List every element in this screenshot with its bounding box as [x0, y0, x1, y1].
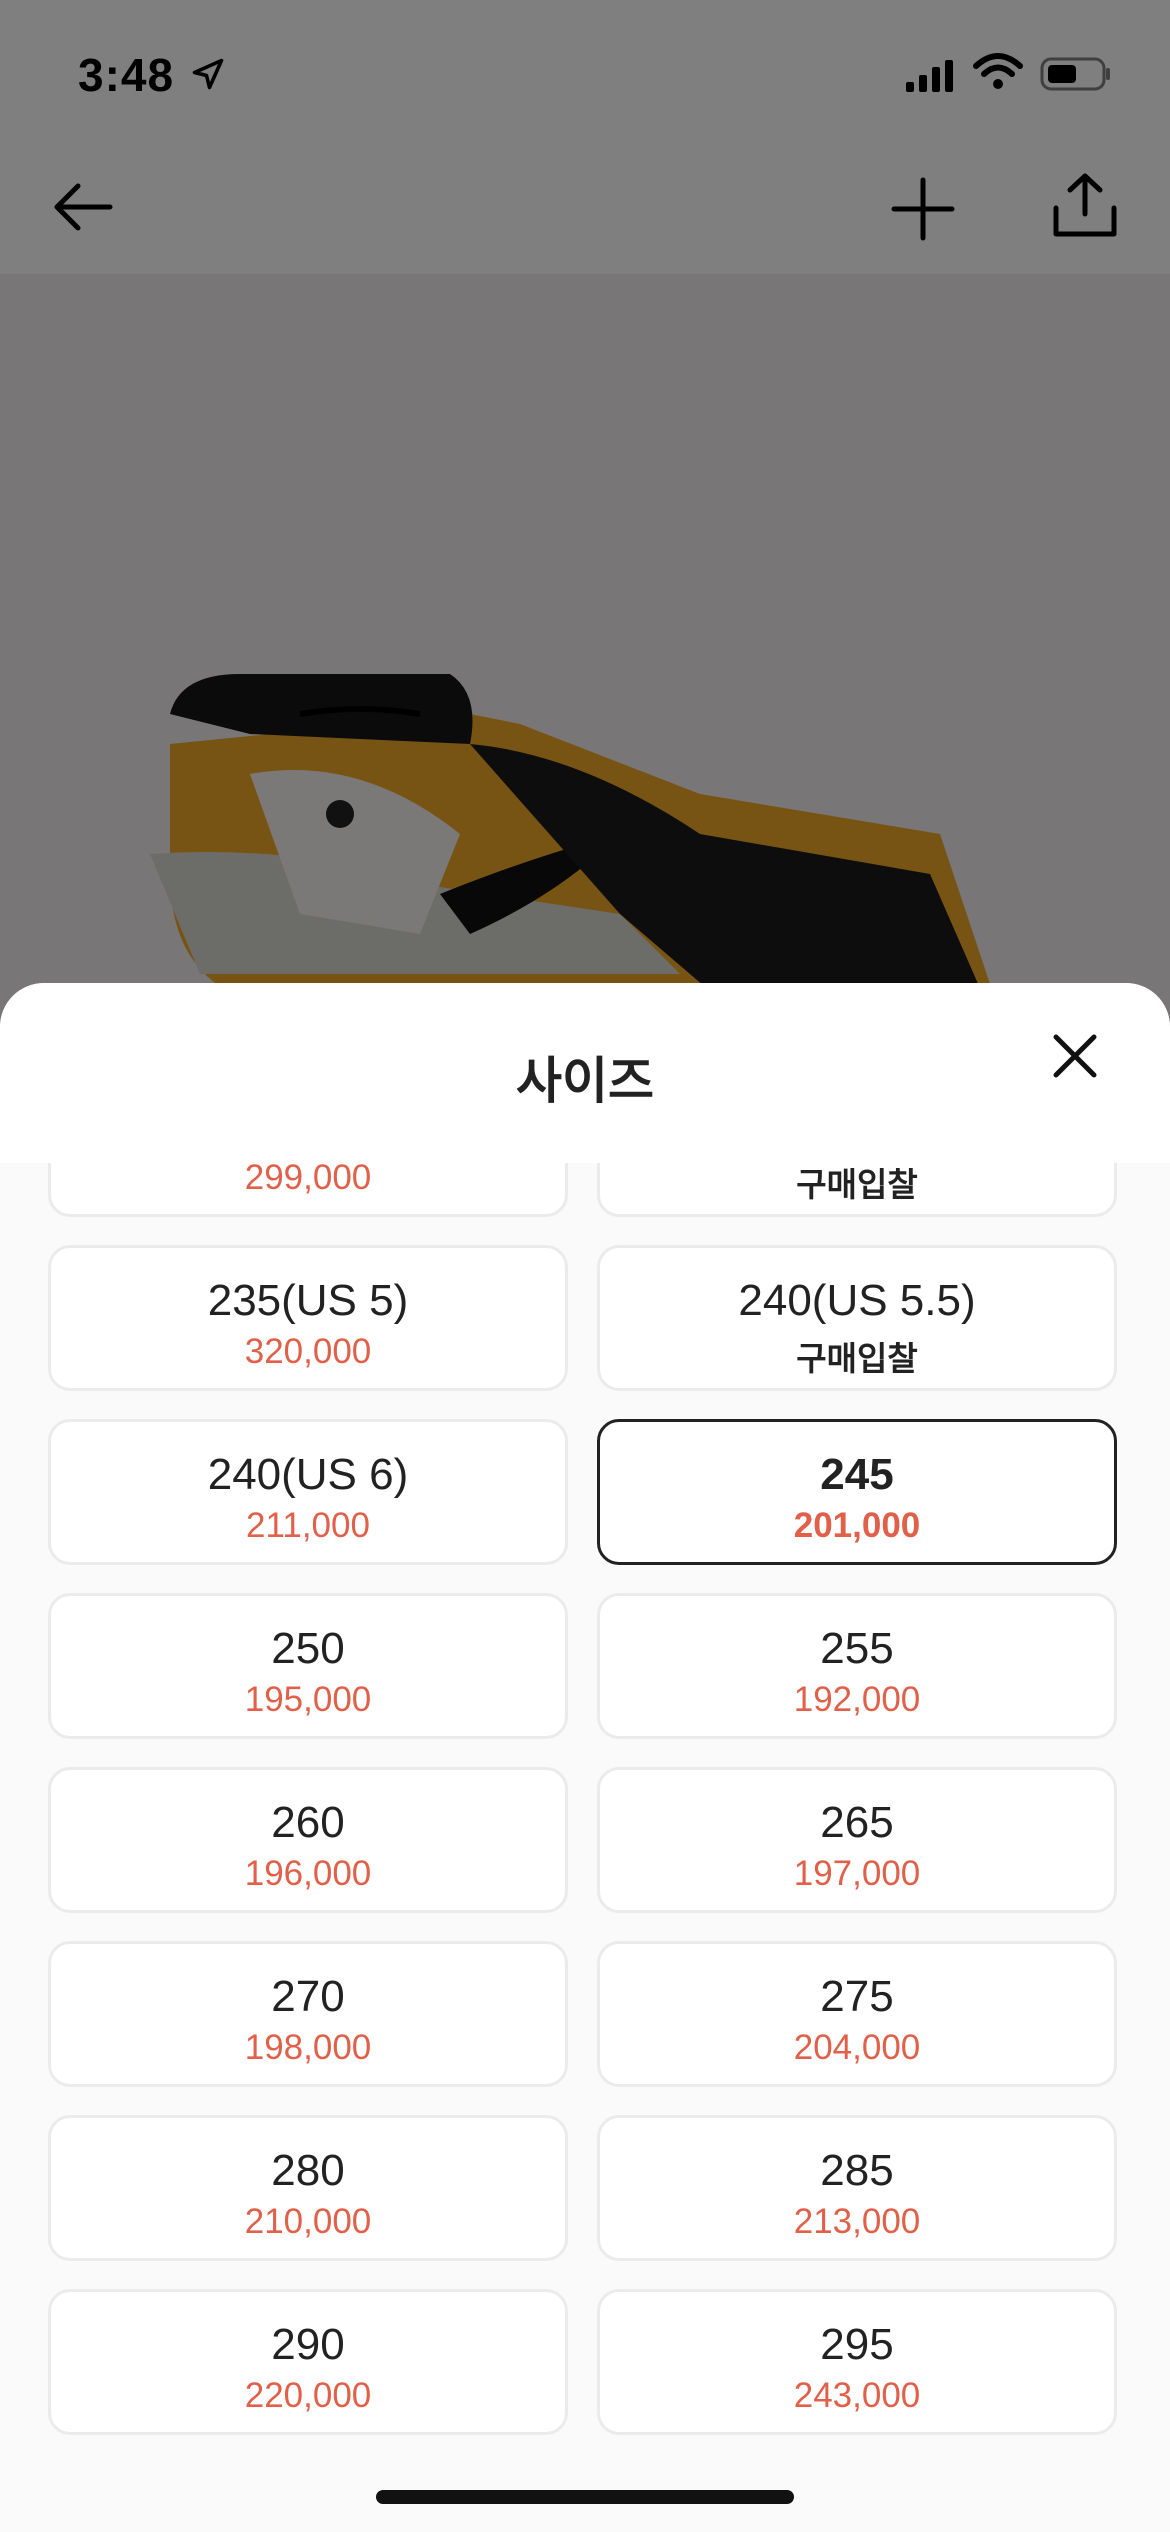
- size-option-price: 220,000: [244, 2376, 372, 2415]
- sheet-title: 사이즈: [516, 1053, 654, 1109]
- size-option-label: 240(US 5.5): [738, 1276, 976, 1325]
- size-option-price: 192,000: [793, 1680, 921, 1719]
- size-option-label: 270: [271, 1972, 345, 2021]
- size-option-price: 213,000: [793, 2202, 921, 2241]
- size-option[interactable]: 260 196,000: [48, 1767, 568, 1913]
- sheet-header: 사이즈: [0, 983, 1170, 1163]
- size-option-bid-label: 구매입찰: [796, 1340, 918, 1377]
- size-option-price: 299,000: [244, 1158, 372, 1197]
- size-option-label: 265: [820, 1798, 894, 1847]
- size-option-label: 260: [271, 1798, 345, 1847]
- size-option-price: 211,000: [246, 1506, 370, 1545]
- size-option[interactable]: 255 192,000: [597, 1593, 1117, 1739]
- size-bottom-sheet: 사이즈 230299,000235(US 4.5)구매입찰235(US 5)32…: [0, 983, 1170, 2532]
- size-option-price: 198,000: [244, 2028, 372, 2067]
- size-option[interactable]: 245 201,000: [597, 1419, 1117, 1565]
- size-option-price: 195,000: [244, 1680, 372, 1719]
- size-option-label: 245: [820, 1450, 894, 1499]
- size-option-price: 201,000: [793, 1506, 921, 1545]
- size-option-label: 280: [271, 2146, 345, 2195]
- size-option-label: 285: [820, 2146, 894, 2195]
- size-option-price: 196,000: [244, 1854, 372, 1893]
- size-option-label: 290: [271, 2320, 345, 2369]
- size-option-label: 295: [820, 2320, 894, 2369]
- size-option-label: 255: [820, 1624, 894, 1673]
- size-option[interactable]: 250 195,000: [48, 1593, 568, 1739]
- size-option[interactable]: 240(US 6) 211,000: [48, 1419, 568, 1565]
- size-option[interactable]: 290 220,000: [48, 2289, 568, 2435]
- size-option[interactable]: 235(US 5) 320,000: [48, 1245, 568, 1391]
- size-option-label: 275: [820, 1972, 894, 2021]
- size-option-price: 210,000: [244, 2202, 372, 2241]
- home-indicator[interactable]: [376, 2490, 794, 2504]
- size-option[interactable]: 275 204,000: [597, 1941, 1117, 2087]
- size-option-price: 197,000: [793, 1854, 921, 1893]
- size-option-label: 235(US 5): [207, 1276, 409, 1325]
- size-option[interactable]: 280 210,000: [48, 2115, 568, 2261]
- size-option-price: 243,000: [793, 2376, 921, 2415]
- size-option-price: 204,000: [793, 2028, 921, 2067]
- size-option-label: 240(US 6): [207, 1450, 409, 1499]
- size-option[interactable]: 270 198,000: [48, 1941, 568, 2087]
- size-option[interactable]: 265 197,000: [597, 1767, 1117, 1913]
- size-option-label: 250: [271, 1624, 345, 1673]
- close-icon[interactable]: [1044, 1025, 1106, 1087]
- size-option[interactable]: 295 243,000: [597, 2289, 1117, 2435]
- size-option[interactable]: 240(US 5.5) 구매입찰: [597, 1245, 1117, 1391]
- size-option[interactable]: 285 213,000: [597, 2115, 1117, 2261]
- size-option-price: 320,000: [244, 1332, 372, 1371]
- size-option-bid-label: 구매입찰: [796, 1166, 918, 1203]
